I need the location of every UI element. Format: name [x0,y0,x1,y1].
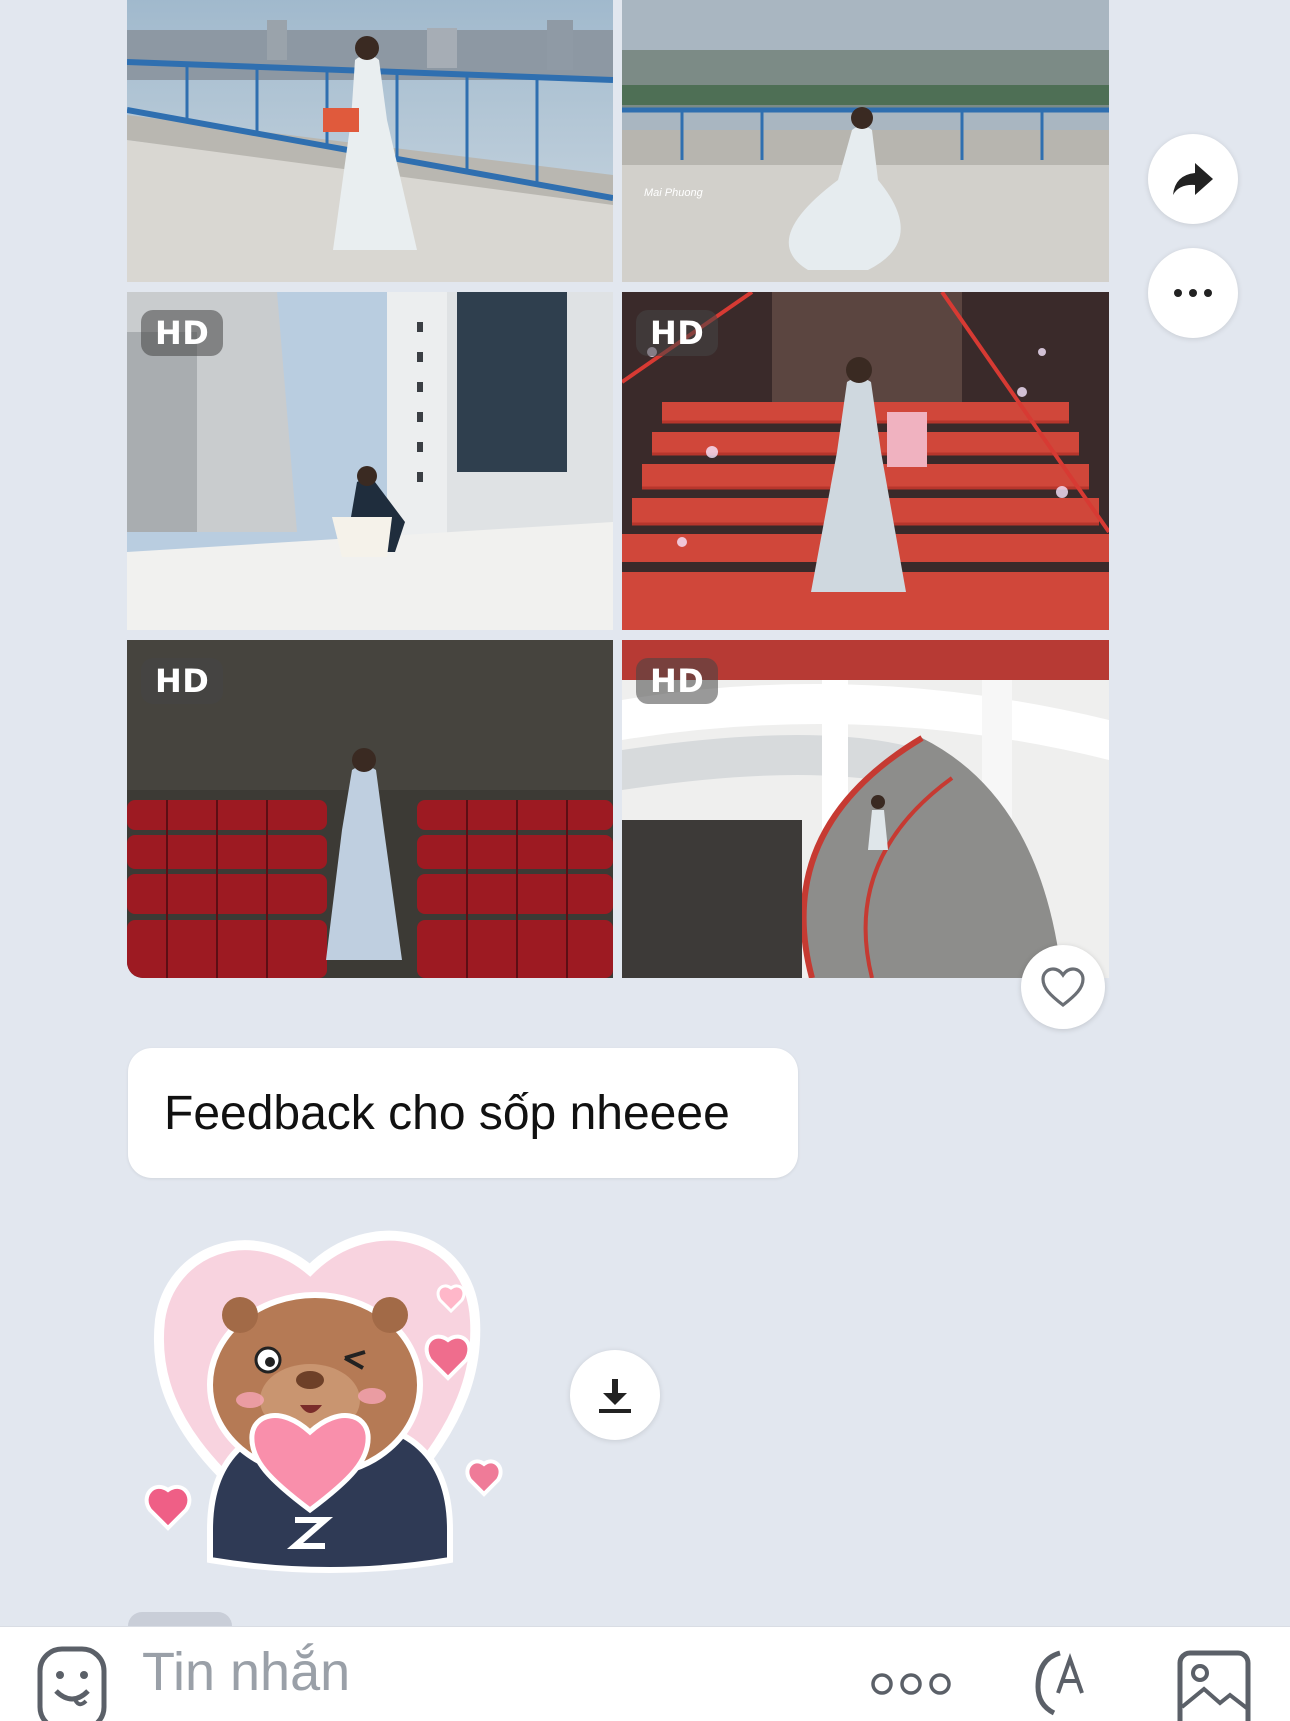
more-dots-icon [1174,289,1212,297]
photo-white-building[interactable]: HD [127,292,613,630]
hd-badge: HD [636,658,719,704]
more-options-button[interactable] [1148,248,1238,338]
message-text: Feedback cho sốp nheeee [164,1086,730,1140]
photo-rooftop-city[interactable] [127,0,613,282]
hd-badge: HD [141,310,224,356]
heart-outline-icon [1041,967,1085,1008]
photo-red-staircase[interactable]: HD [622,292,1109,630]
voice-text-icon[interactable] [1030,1647,1090,1721]
hd-badge: HD [141,658,224,704]
sticker-image [144,1230,503,1573]
message-input[interactable]: Tin nhắn [142,1641,350,1703]
photo-image: Mai Phuong [622,0,1109,282]
share-arrow-icon [1173,163,1213,195]
svg-text:Mai Phuong: Mai Phuong [644,187,704,199]
message-composer: Tin nhắn [0,1626,1290,1721]
download-sticker-button[interactable] [570,1350,660,1440]
sticker-face-icon[interactable] [36,1645,108,1721]
capybara-heart-sticker[interactable] [140,1210,520,1580]
gallery-icon[interactable] [1176,1649,1252,1721]
photo-image [127,0,613,282]
download-icon [599,1379,631,1413]
photo-spiral-ramp[interactable]: HD [622,640,1109,978]
react-heart-button[interactable] [1021,945,1105,1029]
hd-badge: HD [636,310,719,356]
share-button[interactable] [1148,134,1238,224]
photo-grid: Mai Phuong HD HD HD HD [127,0,1109,978]
photo-rooftop-panorama[interactable]: Mai Phuong [622,0,1109,282]
photo-auditorium[interactable]: HD [127,640,613,978]
message-bubble[interactable]: Feedback cho sốp nheeee [128,1048,798,1178]
more-options-icon[interactable] [870,1671,952,1697]
